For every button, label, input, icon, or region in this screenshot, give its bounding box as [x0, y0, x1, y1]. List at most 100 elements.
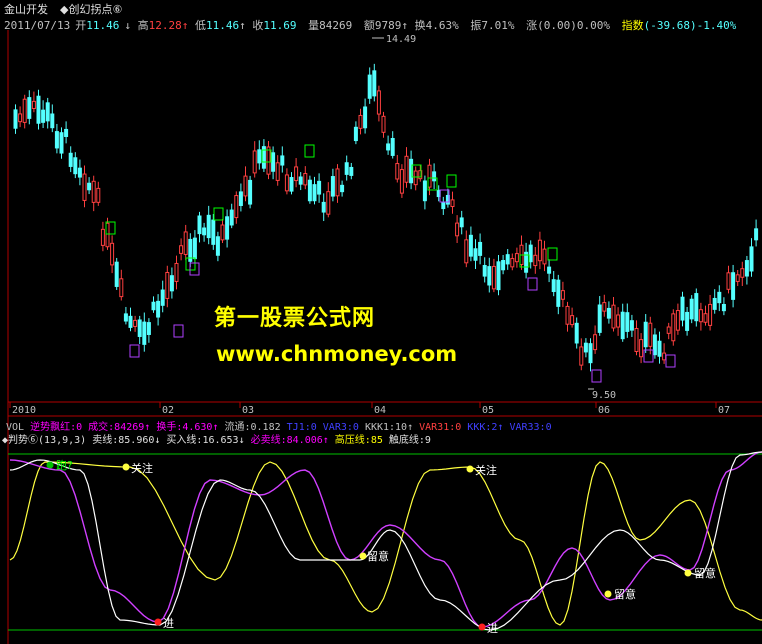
stock-chart[interactable]: 2010 02 03 04 05 06 07 14.49 9.50 跑? 关注 关注 进 进…: [0, 0, 762, 644]
candle-body: [717, 291, 722, 304]
candle-body: [243, 175, 248, 197]
candle-body: [349, 166, 354, 176]
signal-markers: [46, 461, 692, 631]
candle-body: [574, 322, 579, 344]
candle-body: [556, 279, 561, 307]
candle-body: [675, 310, 680, 331]
candle-body: [547, 266, 552, 274]
candle-body: [579, 346, 584, 366]
candle-body: [22, 98, 27, 123]
candle-body: [358, 114, 363, 129]
candle-body: [100, 228, 105, 246]
candle-body: [234, 195, 239, 219]
candle-body: [501, 260, 506, 271]
candle-body: [183, 231, 188, 255]
candle-body: [96, 187, 101, 203]
candle-body: [570, 315, 575, 326]
candle-body: [643, 321, 648, 348]
candle-body: [41, 109, 46, 123]
candle-body: [123, 313, 128, 322]
candle-body: [59, 132, 64, 154]
candle-body: [639, 339, 644, 358]
candle-body: [142, 321, 147, 345]
candle-body: [432, 171, 437, 182]
candle-body: [330, 176, 335, 197]
candle-body: [275, 162, 280, 181]
candle-body: [151, 301, 156, 311]
candle-body: [625, 312, 630, 332]
candle-body: [77, 167, 82, 178]
candle-body: [133, 319, 138, 327]
date-tick-label: 06: [598, 405, 610, 416]
highlight-box: [527, 277, 538, 291]
candle-body: [307, 179, 312, 202]
buy-line-curve: [9, 451, 762, 631]
watch-signal-dot-3: [684, 569, 692, 577]
candle-body: [666, 326, 671, 334]
vol-bar-item-8: KKK:2↑: [467, 422, 510, 433]
candle-body: [413, 170, 418, 186]
candle-body: [165, 272, 170, 299]
candle-body: [648, 322, 653, 347]
candle-body: [303, 173, 308, 186]
candle-body: [712, 297, 717, 310]
candle-body: [399, 169, 404, 194]
highlight-box: [304, 144, 315, 158]
focus-signal-label-2: 关注: [475, 463, 497, 477]
candle-body: [18, 113, 23, 123]
candle-body: [680, 296, 685, 321]
watch-signal-label-2: 留意: [614, 587, 636, 601]
candle-body: [294, 166, 299, 182]
candle-body: [450, 199, 455, 208]
highlight-box: [591, 369, 602, 383]
candle-body: [36, 95, 41, 124]
highlight-box: [173, 324, 184, 338]
candle-body: [367, 74, 372, 99]
candle-body: [422, 180, 427, 202]
watch-signal-label-1: 留意: [367, 549, 389, 563]
candle-body: [128, 315, 133, 328]
candle-body: [45, 102, 50, 122]
candle-body: [390, 137, 395, 156]
date-axis: 2010 02 03 04 05 06 07: [9, 402, 730, 416]
candle-body: [629, 320, 634, 331]
judge-bar-item-0: 卖线:85.960↓: [92, 435, 167, 446]
candle-body: [468, 234, 473, 257]
candle-body: [284, 174, 289, 192]
candle-body: [662, 352, 667, 361]
candle-body: [657, 340, 662, 357]
candle-body: [381, 115, 386, 133]
candle-body: [473, 248, 478, 261]
run-signal-dot: [46, 461, 54, 469]
candle-body: [620, 311, 625, 340]
candle-body: [91, 180, 96, 203]
candle-body: [611, 304, 616, 329]
candle-body: [634, 328, 639, 352]
judge-indicator-bar: ◆判势⑥(13,9,3) 卖线:85.960↓ 买入线:16.653↓ 必卖线:…: [2, 431, 431, 446]
watch-signal-dot-2: [604, 590, 612, 598]
candle-body: [528, 244, 533, 263]
candle-body: [110, 242, 115, 266]
candle-body: [174, 262, 179, 282]
candle-body: [13, 109, 18, 129]
candle-body: [404, 155, 409, 183]
highlight-box: [547, 247, 558, 261]
candle-body: [156, 300, 161, 318]
vol-indicator-bar: VOL 逆势飘红:0 成交:84269↑ 换手:4.630↑ 流通:0.182 …: [6, 418, 552, 433]
enter-signal-label-2: 进: [487, 622, 498, 635]
judge-bar-item-4: 触底线:9: [388, 435, 431, 446]
candle-body: [464, 239, 469, 264]
candle-body: [215, 236, 220, 256]
judge-bar-label[interactable]: ◆判势⑥: [2, 435, 38, 446]
candle-body: [312, 184, 317, 202]
candle-body: [455, 222, 460, 237]
candle-body: [726, 272, 731, 290]
candle-body: [169, 275, 174, 292]
candle-body: [321, 201, 326, 213]
candle-body: [335, 168, 340, 197]
candle-body: [54, 131, 59, 149]
candle-body: [698, 309, 703, 323]
candle-body: [206, 214, 211, 239]
date-tick-label: 05: [482, 405, 494, 416]
candle-body: [510, 258, 515, 268]
